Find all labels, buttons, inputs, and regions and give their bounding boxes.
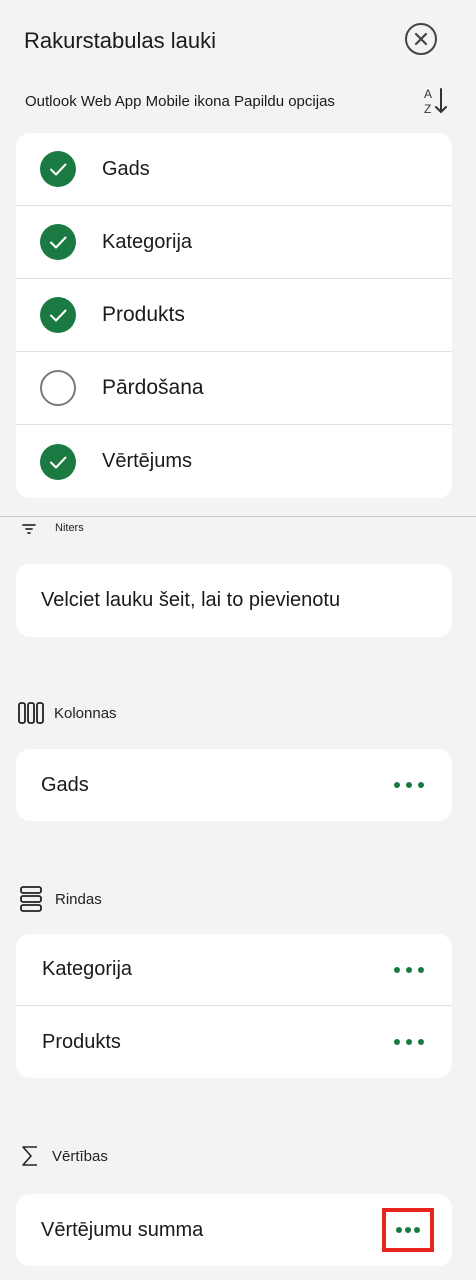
page-title: Rakurstabulas lauki [24, 28, 216, 53]
checkbox-checked-icon[interactable] [40, 151, 76, 187]
field-label: Pārdošana [102, 376, 204, 399]
dot [396, 1227, 402, 1233]
columns-section-header: Kolonnas [18, 702, 117, 724]
area-item-label: Produkts [42, 1030, 121, 1053]
dot [394, 782, 400, 788]
area-item-label: Kategorija [42, 958, 133, 980]
columns-icon [18, 702, 44, 724]
sort-az-icon: A Z [424, 87, 447, 116]
dot [394, 966, 400, 973]
list-item[interactable]: Gads [16, 749, 452, 821]
dot [418, 1039, 424, 1045]
section-label: Kolonnas [54, 704, 117, 722]
more-options-button[interactable] [394, 775, 424, 795]
columns-list: Gads [16, 749, 452, 821]
field-row-produkts[interactable]: Produkts [16, 279, 452, 352]
field-label: Vērtējums [102, 450, 193, 472]
dot [418, 782, 424, 788]
more-options-button[interactable] [394, 960, 424, 980]
section-label: Vērtības [52, 1147, 108, 1165]
drop-zone-text: Velciet lauku šeit, lai to pievienotu [41, 589, 341, 611]
field-row-gads[interactable]: Gads [16, 133, 452, 206]
checkbox-checked-icon[interactable] [40, 443, 76, 480]
divider [0, 516, 476, 517]
dot [418, 966, 424, 973]
rows-list: Kategorija Produkts [16, 934, 452, 1078]
checkbox-checked-icon[interactable] [40, 224, 76, 260]
field-row-kategorija[interactable]: Kategorija [16, 206, 452, 279]
sigma-icon [22, 1146, 37, 1166]
dot [406, 1039, 412, 1045]
section-label: Rindas [55, 890, 102, 908]
more-options-button[interactable] [394, 1032, 424, 1052]
sort-az-button[interactable]: A Z [421, 86, 453, 116]
dot [394, 1039, 400, 1045]
field-row-pardosana[interactable]: Pārdošana [16, 352, 452, 425]
list-item[interactable]: Vērtējumu summa [16, 1194, 452, 1266]
values-section-header: Vērtības [21, 1145, 108, 1167]
rows-section-header: Rindas [20, 886, 102, 912]
dot [406, 966, 412, 973]
subtitle: Outlook Web App Mobile ikona Papildu opc… [25, 93, 335, 110]
dot [405, 1227, 411, 1233]
dot [414, 1227, 420, 1233]
filters-drop-zone[interactable]: Velciet lauku šeit, lai to pievienotu [16, 564, 452, 637]
svg-text:A: A [424, 87, 432, 101]
field-label: Gads [102, 157, 150, 180]
field-list: Gads Kategorija Produkts Pārdošana Vērtē… [16, 133, 452, 498]
rows-icon [20, 886, 42, 912]
svg-text:Z: Z [424, 102, 431, 116]
dot [406, 782, 412, 788]
checkbox-checked-icon[interactable] [40, 297, 76, 333]
filters-section-header: Niters [22, 521, 84, 535]
close-button[interactable] [405, 23, 437, 55]
field-label: Produkts [102, 303, 185, 326]
list-item[interactable]: Produkts [16, 1006, 452, 1078]
values-list: Vērtējumu summa [16, 1194, 452, 1266]
field-row-vertejums[interactable]: Vērtējums [16, 425, 452, 498]
filter-icon [22, 524, 36, 534]
more-options-button[interactable] [382, 1208, 434, 1252]
area-item-label: Gads [41, 773, 89, 796]
checkbox-unchecked-icon[interactable] [40, 370, 76, 406]
close-icon [414, 32, 428, 46]
section-label: Niters [55, 522, 84, 534]
list-item[interactable]: Kategorija [16, 934, 452, 1006]
field-label: Kategorija [102, 230, 193, 253]
area-item-label: Vērtējumu summa [41, 1218, 204, 1241]
